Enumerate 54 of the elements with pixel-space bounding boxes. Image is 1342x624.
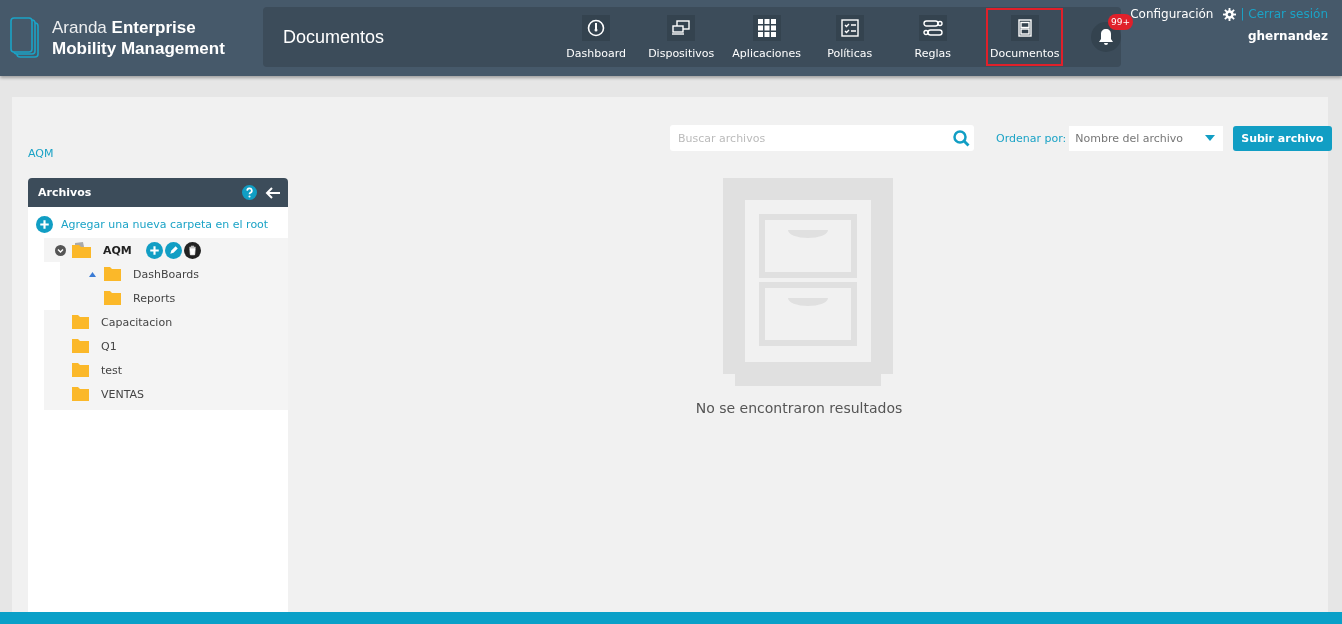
add-icon[interactable] — [36, 216, 53, 233]
folder-icon — [72, 363, 89, 377]
sort-label: Ordenar por: — [996, 131, 1067, 145]
search-field[interactable]: Buscar archivos — [670, 125, 974, 151]
settings-icon[interactable] — [1223, 7, 1237, 21]
folder-item[interactable]: VENTAS — [44, 382, 288, 406]
folder-item[interactable]: Reports — [60, 286, 288, 310]
folder-item[interactable]: Q1 — [44, 334, 288, 358]
settings-link[interactable]: Configuración — [1130, 7, 1214, 21]
folder-item[interactable]: DashBoards — [60, 262, 288, 286]
cabinet-icon — [1017, 19, 1032, 37]
folder-icon — [72, 315, 89, 329]
folder-icon — [72, 387, 89, 401]
caret-icon — [1205, 135, 1216, 141]
add-icon[interactable] — [145, 241, 163, 259]
folder-item[interactable]: Capacitacion — [44, 310, 288, 334]
folder-item[interactable]: AQM — [44, 238, 288, 262]
folder-item[interactable]: test — [44, 358, 288, 382]
search-icon[interactable] — [953, 130, 970, 147]
folder-icon — [104, 267, 121, 281]
folder-name: VENTAS — [101, 387, 145, 401]
trash-icon[interactable] — [183, 241, 201, 259]
nav-tab[interactable]: Reglas — [893, 8, 973, 66]
page-title: Documentos — [282, 26, 386, 48]
nav-tab[interactable]: Documentos — [986, 8, 1064, 66]
folder-icon — [104, 291, 121, 305]
panel-title: Archivos — [38, 186, 93, 199]
folder-name: AQM — [103, 243, 132, 257]
nav-tab[interactable]: Aplicaciones — [727, 8, 807, 66]
open-folder-icon — [72, 242, 91, 258]
expand-icon[interactable] — [88, 271, 96, 277]
sliders-icon — [922, 19, 943, 37]
folder-name: test — [101, 363, 123, 377]
folder-name: Capacitacion — [101, 315, 173, 329]
gauge-icon — [587, 19, 606, 37]
folder-name: Q1 — [101, 339, 117, 353]
user-name: ghernandez — [1247, 29, 1328, 43]
bell-icon[interactable] — [1098, 28, 1115, 46]
folder-icon — [72, 339, 89, 353]
folder-name: DashBoards — [133, 267, 199, 281]
nav-tab[interactable]: Dispositivos — [639, 8, 724, 66]
empty-message: No se encontraron resultados — [695, 400, 903, 416]
collapse-icon[interactable] — [54, 244, 66, 256]
phones-logo-icon — [10, 17, 40, 59]
back-arrow-icon[interactable] — [265, 186, 280, 199]
nav-tab[interactable]: Dashboard — [557, 8, 636, 66]
nav-tab[interactable]: Políticas — [810, 8, 890, 66]
folder-name: Reports — [133, 291, 176, 305]
product-name: Aranda Enterprise Mobility Management — [52, 17, 225, 59]
devices-icon — [672, 20, 691, 36]
help-icon[interactable] — [242, 185, 257, 200]
sort-dropdown[interactable]: Nombre del archivo — [1069, 125, 1224, 151]
grid-icon — [757, 19, 776, 37]
checklist-icon — [840, 19, 859, 37]
